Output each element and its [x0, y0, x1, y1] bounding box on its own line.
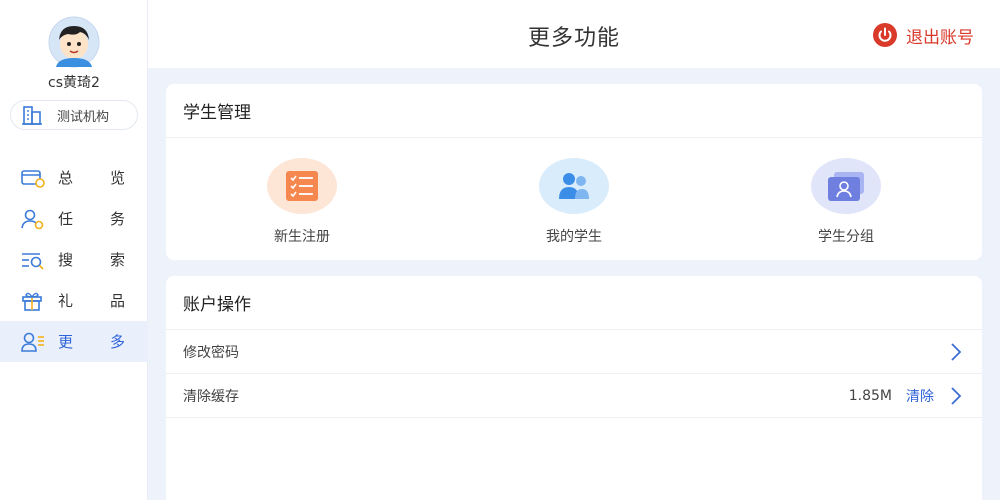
username: cs黄琦2	[48, 75, 100, 91]
new-student-register-button[interactable]: 新生注册	[232, 158, 372, 246]
building-icon	[22, 106, 42, 125]
logout-button[interactable]: 退出账号	[872, 22, 974, 48]
power-icon	[873, 23, 897, 47]
nav-more-char2: 多	[110, 333, 126, 351]
sidebar: cs黄琦2 测试机构 总 览 任 务 搜 索 礼 品 更 多	[0, 0, 148, 500]
header: 更多功能 退出账号	[148, 0, 1000, 68]
sidebar-item-more[interactable]: 更 多	[0, 321, 148, 362]
search-list-icon	[22, 252, 44, 270]
register-icon-circle	[267, 158, 337, 214]
cache-size: 1.85M	[848, 387, 892, 404]
clear-cache-label: 清除缓存	[183, 388, 239, 405]
student-management-title: 学生管理	[166, 84, 982, 138]
sidebar-item-tasks[interactable]: 任 务	[0, 198, 148, 239]
change-password-row[interactable]: 修改密码	[166, 330, 982, 374]
students-group-icon	[559, 173, 589, 199]
nav-search-char2: 索	[110, 251, 126, 269]
nav-search-char1: 搜	[58, 251, 74, 269]
more-user-icon	[21, 332, 44, 352]
student-card-icon	[828, 172, 864, 201]
change-password-right	[948, 342, 964, 362]
account-operations-title: 账户操作	[166, 276, 982, 330]
my-students-label: 我的学生	[546, 229, 602, 245]
chevron-right-icon	[951, 342, 962, 361]
org-selector[interactable]: 测试机构	[10, 100, 138, 130]
nav-overview-char2: 览	[110, 169, 126, 187]
student-group-label: 学生分组	[818, 229, 874, 245]
chevron-right-icon	[951, 386, 962, 405]
nav-more-char1: 更	[58, 333, 74, 351]
user-avatar[interactable]	[42, 16, 106, 68]
nav-overview-char1: 总	[58, 169, 74, 187]
student-management-card: 学生管理 新生注册 我的学生 学生分组	[166, 84, 982, 260]
student-group-icon-circle	[811, 158, 881, 214]
new-student-register-label: 新生注册	[274, 229, 330, 245]
sidebar-nav: 总 览 任 务 搜 索 礼 品 更 多	[0, 157, 148, 362]
gift-icon	[22, 292, 42, 311]
my-students-button[interactable]: 我的学生	[504, 158, 644, 246]
my-students-icon-circle	[539, 158, 609, 214]
sidebar-item-overview[interactable]: 总 览	[0, 157, 148, 198]
register-list-icon	[286, 171, 318, 201]
nav-tasks-char1: 任	[58, 210, 74, 228]
student-features: 新生注册 我的学生 学生分组	[166, 158, 982, 248]
overview-card-icon	[21, 169, 45, 188]
nav-gifts-char1: 礼	[58, 292, 74, 310]
sidebar-item-gifts[interactable]: 礼 品	[0, 280, 148, 321]
clear-cache-button[interactable]: 清除	[906, 386, 934, 406]
sidebar-item-search[interactable]: 搜 索	[0, 239, 148, 280]
clear-cache-right: 1.85M 清除	[849, 386, 964, 406]
logout-label: 退出账号	[906, 27, 974, 48]
nav-gifts-char2: 品	[110, 292, 126, 310]
org-label: 测试机构	[57, 109, 110, 125]
task-user-icon	[21, 209, 44, 229]
clear-cache-row[interactable]: 清除缓存 1.85M 清除	[166, 374, 982, 418]
change-password-label: 修改密码	[183, 344, 239, 361]
account-operations-card: 账户操作 修改密码 清除缓存 1.85M 清除	[166, 276, 982, 500]
nav-tasks-char2: 务	[110, 210, 126, 228]
student-group-button[interactable]: 学生分组	[776, 158, 916, 246]
